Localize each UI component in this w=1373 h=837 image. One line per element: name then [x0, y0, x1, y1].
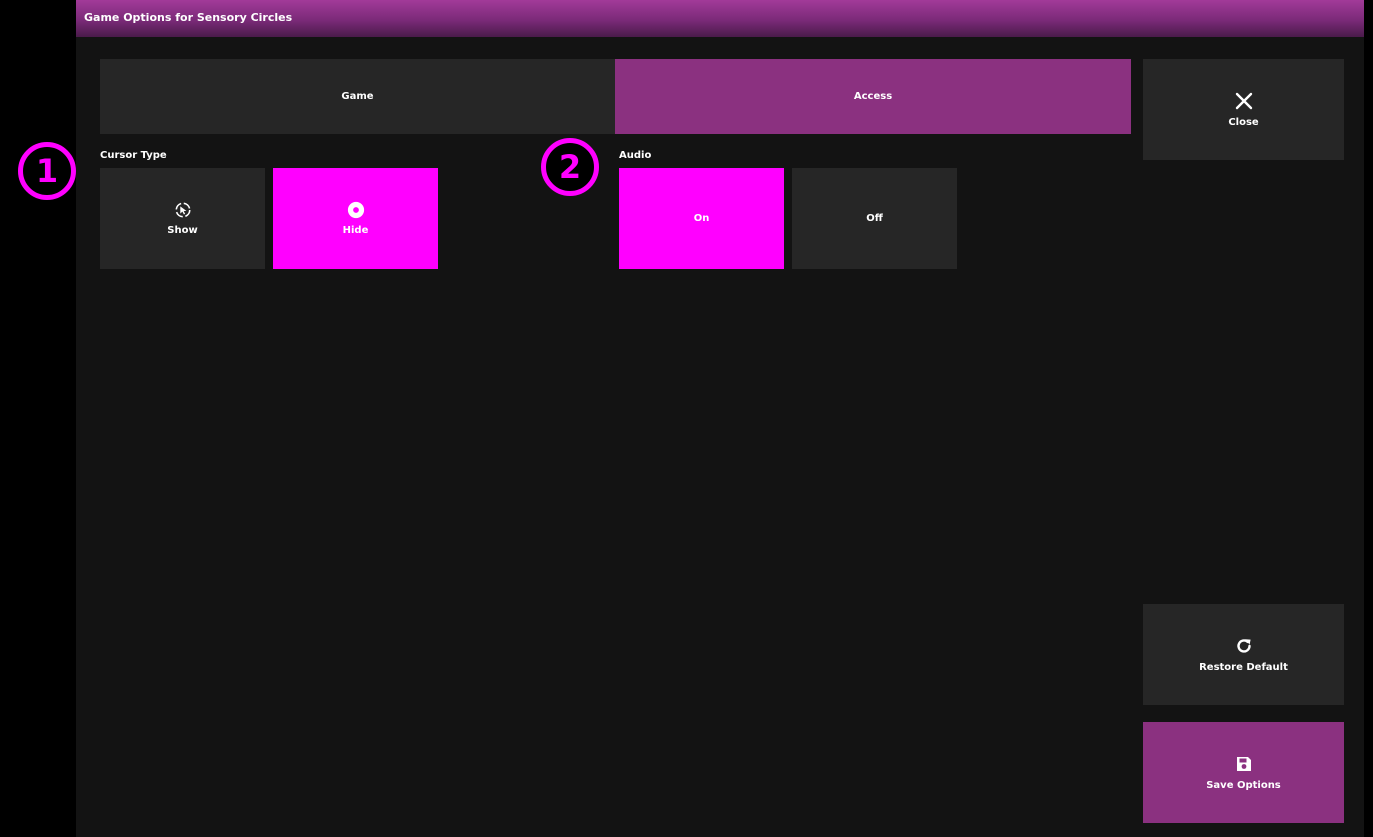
close-icon — [1235, 92, 1252, 110]
save-icon — [1236, 757, 1251, 771]
cursor-show-label: Show — [167, 225, 198, 236]
refresh-icon — [1236, 639, 1251, 653]
save-options-label: Save Options — [1206, 780, 1281, 791]
title-bar: Game Options for Sensory Circles — [76, 0, 1364, 37]
cursor-hide-icon — [347, 201, 364, 219]
audio-off-button[interactable]: Off — [792, 168, 957, 269]
save-options-button[interactable]: Save Options — [1143, 722, 1344, 823]
tab-access-label: Access — [853, 91, 893, 102]
close-button[interactable]: Close — [1143, 59, 1344, 160]
tab-game[interactable]: Game — [100, 59, 615, 134]
cursor-show-button[interactable]: Show — [100, 168, 265, 269]
cursor-type-label: Cursor Type — [100, 150, 167, 161]
callout-2: 2 — [541, 138, 599, 196]
cursor-hide-button[interactable]: Hide — [273, 168, 438, 269]
audio-on-button[interactable]: On — [619, 168, 784, 269]
cursor-hide-label: Hide — [342, 225, 369, 236]
audio-off-label: Off — [866, 213, 883, 224]
restore-default-label: Restore Default — [1199, 662, 1288, 673]
audio-label: Audio — [619, 150, 652, 161]
tab-game-label: Game — [341, 91, 374, 102]
cursor-show-icon — [174, 202, 191, 218]
game-options-window: Game Options for Sensory Circles Game Ac… — [76, 0, 1364, 837]
window-title: Game Options for Sensory Circles — [84, 11, 293, 24]
audio-on-label: On — [693, 213, 710, 224]
callout-1: 1 — [18, 142, 76, 200]
close-label: Close — [1228, 117, 1259, 128]
tab-access[interactable]: Access — [615, 59, 1131, 134]
restore-default-button[interactable]: Restore Default — [1143, 604, 1344, 705]
